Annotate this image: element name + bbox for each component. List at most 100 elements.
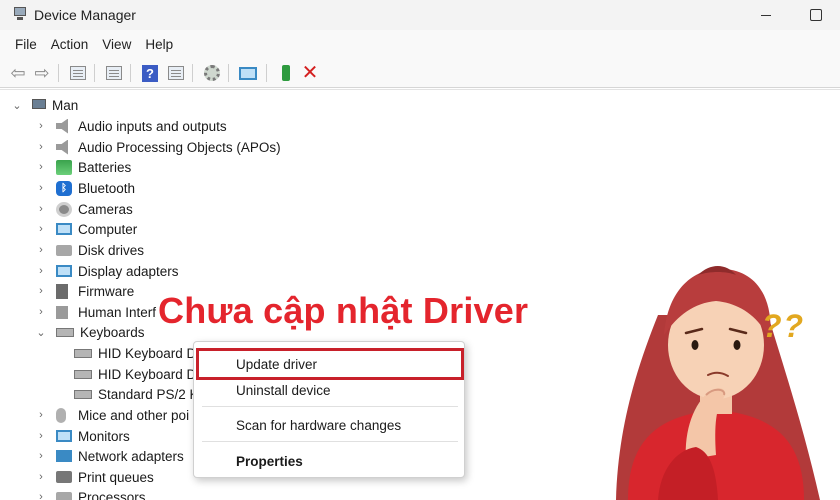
monitor-icon[interactable] [238,63,258,83]
disk-drive-icon [56,244,72,256]
tree-item-label: Monitors [78,428,130,444]
back-arrow-icon[interactable]: ⇦ [8,63,28,83]
uninstall-red-x-icon[interactable]: ✕ [300,63,320,83]
tree-item-label: Batteries [78,159,132,175]
menu-item-uninstall-device[interactable]: Uninstall device [236,383,331,398]
chevron-down-icon[interactable]: ⌄ [36,326,46,339]
printer-icon [56,471,72,483]
tree-item-firmware[interactable]: › Firmware [36,281,134,301]
menu-help[interactable]: Help [138,37,180,52]
menu-file[interactable]: File [8,37,44,52]
tree-item-label: Keyboards [80,324,145,340]
menu-item-properties[interactable]: Properties [236,454,303,469]
hid-icon [56,305,68,319]
tree-item-label: Network adapters [78,448,184,464]
tree-item-label: Disk drives [78,242,145,258]
tree-item-label: Firmware [78,283,135,299]
question-marks: ?? [762,308,806,344]
menu-item-update-driver[interactable]: Update driver [236,357,317,372]
tree-item-mice[interactable]: › Mice and other poi [36,405,189,425]
chevron-right-icon[interactable]: › [36,471,46,483]
tree-item-label: Cameras [78,201,133,217]
chevron-right-icon[interactable]: › [36,306,46,318]
help-icon[interactable]: ? [140,63,160,83]
camera-icon [56,201,72,217]
network-adapter-icon [56,450,72,462]
speaker-icon [56,139,68,155]
properties-sheet-icon[interactable] [68,63,88,83]
menu-view[interactable]: View [95,37,138,52]
battery-icon [56,159,72,175]
tree-item-label: Audio inputs and outputs [78,118,227,134]
chevron-right-icon[interactable]: › [36,265,46,277]
tree-item-print-queues[interactable]: › Print queues [36,467,154,487]
computer-icon [32,98,46,109]
keyboard-icon [56,327,74,337]
forward-arrow-icon[interactable]: ⇨ [32,63,52,83]
tree-item-batteries[interactable]: › Batteries [36,157,131,177]
tree-item-label: HID Keyboard D [98,366,197,382]
tree-item-keyboard-child[interactable]: Standard PS/2 K [74,384,199,404]
tree-item-label: Processors [78,489,146,500]
chevron-right-icon[interactable]: › [36,120,46,132]
tree-item-audio-inputs[interactable]: › Audio inputs and outputs [36,116,227,136]
tree-item-label: Print queues [78,469,154,485]
computer-icon [56,223,72,235]
chevron-right-icon[interactable]: › [36,244,46,256]
maximize-button[interactable] [802,4,830,26]
show-hidden-icon[interactable] [166,63,186,83]
tree-item-label: Audio Processing Objects (APOs) [78,139,281,155]
chevron-right-icon[interactable]: › [36,223,46,235]
chevron-down-icon[interactable]: ⌄ [12,99,22,112]
monitor-icon [56,430,72,442]
tree-item-human-interface[interactable]: › Human Interf [36,302,156,322]
tree-item-label: HID Keyboard D [98,345,197,361]
toolbar-separator [266,64,267,82]
keyboard-icon [74,389,92,399]
chevron-right-icon[interactable]: › [36,285,46,297]
chevron-right-icon[interactable]: › [36,161,46,173]
chevron-right-icon[interactable]: › [36,182,46,194]
chevron-right-icon[interactable]: › [36,409,46,421]
tree-item-keyboard-child[interactable]: HID Keyboard D [74,343,196,363]
tree-item-label: Display adapters [78,263,179,279]
tree-item-keyboards[interactable]: ⌄ Keyboards [36,322,145,342]
mouse-icon [56,407,66,423]
tree-item-display-adapters[interactable]: › Display adapters [36,261,179,281]
tree-item-processors[interactable]: › Processors [36,487,146,500]
device-manager-icon [12,7,28,21]
tree-item-keyboard-child[interactable]: HID Keyboard D [74,364,196,384]
tree-item-monitors[interactable]: › Monitors [36,426,130,446]
menu-item-scan-hardware[interactable]: Scan for hardware changes [236,418,401,433]
tree-item-bluetooth[interactable]: › ᛒ Bluetooth [36,178,135,198]
tree-item-label: Mice and other poi [78,407,190,423]
keyboard-icon [74,348,92,358]
context-menu: Update driver Uninstall device Scan for … [193,341,465,478]
chevron-right-icon[interactable]: › [36,203,46,215]
tree-item-audio-processing[interactable]: › Audio Processing Objects (APOs) [36,137,281,157]
tree-item-computer[interactable]: › Computer [36,219,137,239]
driver-details-icon[interactable] [104,63,124,83]
update-driver-icon[interactable] [276,63,296,83]
tree-root-label: Man [52,97,79,113]
menu-action[interactable]: Action [44,37,96,52]
chevron-right-icon[interactable]: › [36,491,46,500]
scan-hardware-icon[interactable] [202,63,222,83]
minimize-button[interactable] [752,4,780,26]
chevron-right-icon[interactable]: › [36,141,46,153]
chevron-right-icon[interactable]: › [36,430,46,442]
tree-item-label: Computer [78,221,138,237]
tree-item-label: Human Interf [78,304,157,320]
toolbar-separator [94,64,95,82]
tree-item-cameras[interactable]: › Cameras [36,199,133,219]
speaker-icon [56,118,68,134]
tree-item-disk-drives[interactable]: › Disk drives [36,240,144,260]
chevron-right-icon[interactable]: › [36,450,46,462]
tree-item-label: Standard PS/2 K [98,386,199,402]
tree-root[interactable]: ⌄ Man [12,95,78,115]
keyboard-icon [74,369,92,379]
firmware-icon [56,283,68,299]
bluetooth-icon: ᛒ [56,180,72,196]
tree-item-network-adapters[interactable]: › Network adapters [36,446,184,466]
menu-separator [202,406,458,407]
